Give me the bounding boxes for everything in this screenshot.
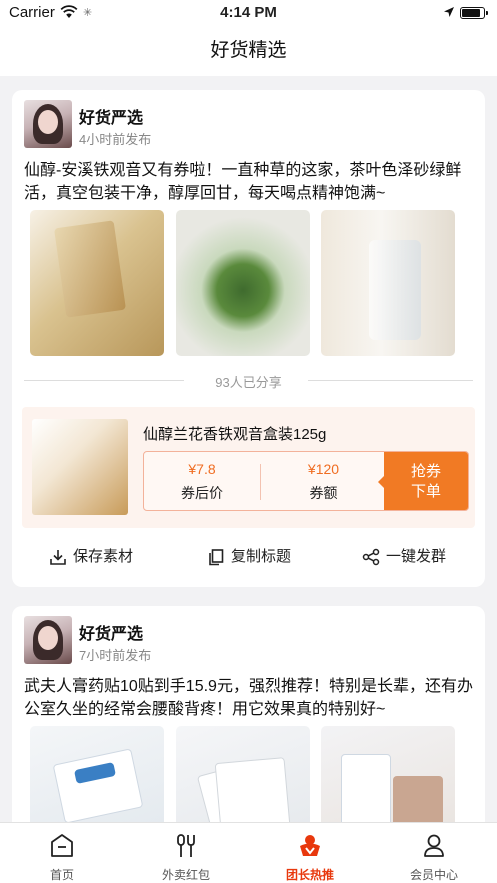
order-label: 下单 bbox=[410, 483, 441, 500]
tab-bar: 首页 外卖红包 团长热推 会员中心 bbox=[0, 822, 497, 883]
share-count: 93人已分享 bbox=[12, 372, 485, 391]
post-content: 武夫人膏药贴10贴到手15.9元，强烈推荐！特别是长辈，还有办公室久坐的经常会腰… bbox=[24, 678, 473, 718]
hot-leader-icon bbox=[300, 835, 320, 856]
post-content: 仙醇-安溪铁观音又有券啦！一直种草的这家，茶叶色泽砂绿鲜活，真空包装干净，醇厚回… bbox=[24, 162, 462, 202]
save-material-button[interactable]: 保存素材 bbox=[49, 545, 133, 569]
tab-home[interactable]: 首页 bbox=[0, 823, 124, 883]
coupon-amount-block: ¥120 券额 bbox=[260, 461, 386, 501]
status-bar: Carrier ✳ 4:14 PM bbox=[0, 0, 497, 26]
coupon-price-block: ¥7.8 券后价 bbox=[144, 452, 260, 510]
coupon-price-label: 券后价 bbox=[181, 485, 223, 501]
post-actions: 保存素材 复制标题 一键发群 bbox=[12, 545, 485, 569]
share-group-button[interactable]: 一键发群 bbox=[362, 545, 446, 569]
nav-bar: 好货精选 bbox=[0, 26, 497, 76]
post-time: 4小时前发布 bbox=[79, 132, 152, 147]
copy-title-button[interactable]: 复制标题 bbox=[207, 545, 291, 569]
author-name: 好货严选 bbox=[79, 626, 144, 643]
copy-title-label: 复制标题 bbox=[231, 548, 292, 565]
product-card[interactable]: 仙醇兰花香铁观音盒装125g ¥7.8 券后价 ¥120 券额 抢券 下单 bbox=[22, 407, 475, 528]
share-icon bbox=[362, 548, 380, 566]
coupon-box: ¥7.8 券后价 ¥120 券额 抢券 下单 bbox=[143, 451, 469, 511]
author-name: 好货严选 bbox=[79, 110, 144, 127]
post-card: 好货严选 4小时前发布 仙醇-安溪铁观音又有券啦！一直种草的这家，茶叶色泽砂绿鲜… bbox=[12, 90, 485, 587]
copy-icon bbox=[209, 549, 224, 566]
tab-takeout-coupon[interactable]: 外卖红包 bbox=[124, 823, 248, 883]
battery-level bbox=[462, 9, 481, 17]
grab-coupon-label: 抢券 bbox=[410, 463, 441, 480]
page-title: 好货精选 bbox=[210, 40, 287, 61]
avatar[interactable] bbox=[24, 100, 72, 148]
utensils-icon bbox=[177, 834, 195, 857]
tab-leader-label: 团长热推 bbox=[285, 868, 334, 882]
product-name: 仙醇兰花香铁观音盒装125g bbox=[143, 426, 327, 443]
post-image[interactable] bbox=[176, 210, 310, 356]
grab-coupon-button[interactable]: 抢券 下单 bbox=[378, 452, 468, 510]
location-arrow-icon bbox=[444, 7, 454, 17]
home-icon bbox=[51, 834, 73, 857]
avatar[interactable] bbox=[24, 616, 72, 664]
product-thumbnail bbox=[32, 419, 128, 515]
post-image[interactable] bbox=[321, 210, 455, 356]
tab-member-label: 会员中心 bbox=[409, 868, 458, 882]
download-icon bbox=[50, 550, 66, 565]
share-group-label: 一键发群 bbox=[386, 548, 447, 565]
tab-member-center[interactable]: 会员中心 bbox=[372, 823, 496, 883]
tab-leader-hot[interactable]: 团长热推 bbox=[248, 823, 372, 883]
coupon-amount-label: 券额 bbox=[309, 485, 338, 501]
coupon-amount: ¥120 bbox=[307, 461, 340, 477]
tab-takeout-label: 外卖红包 bbox=[161, 868, 210, 882]
post-card: 好货严选 7小时前发布 武夫人膏药贴10贴到手15.9元，强烈推荐！特别是长辈，… bbox=[12, 606, 485, 846]
status-time: 4:14 PM bbox=[220, 4, 277, 21]
post-image[interactable] bbox=[30, 210, 164, 356]
post-time: 7小时前发布 bbox=[79, 648, 152, 663]
user-icon bbox=[424, 834, 444, 857]
tab-home-label: 首页 bbox=[49, 868, 74, 882]
coupon-price: ¥7.8 bbox=[188, 461, 216, 477]
battery-icon bbox=[460, 7, 488, 19]
save-material-label: 保存素材 bbox=[73, 548, 134, 565]
